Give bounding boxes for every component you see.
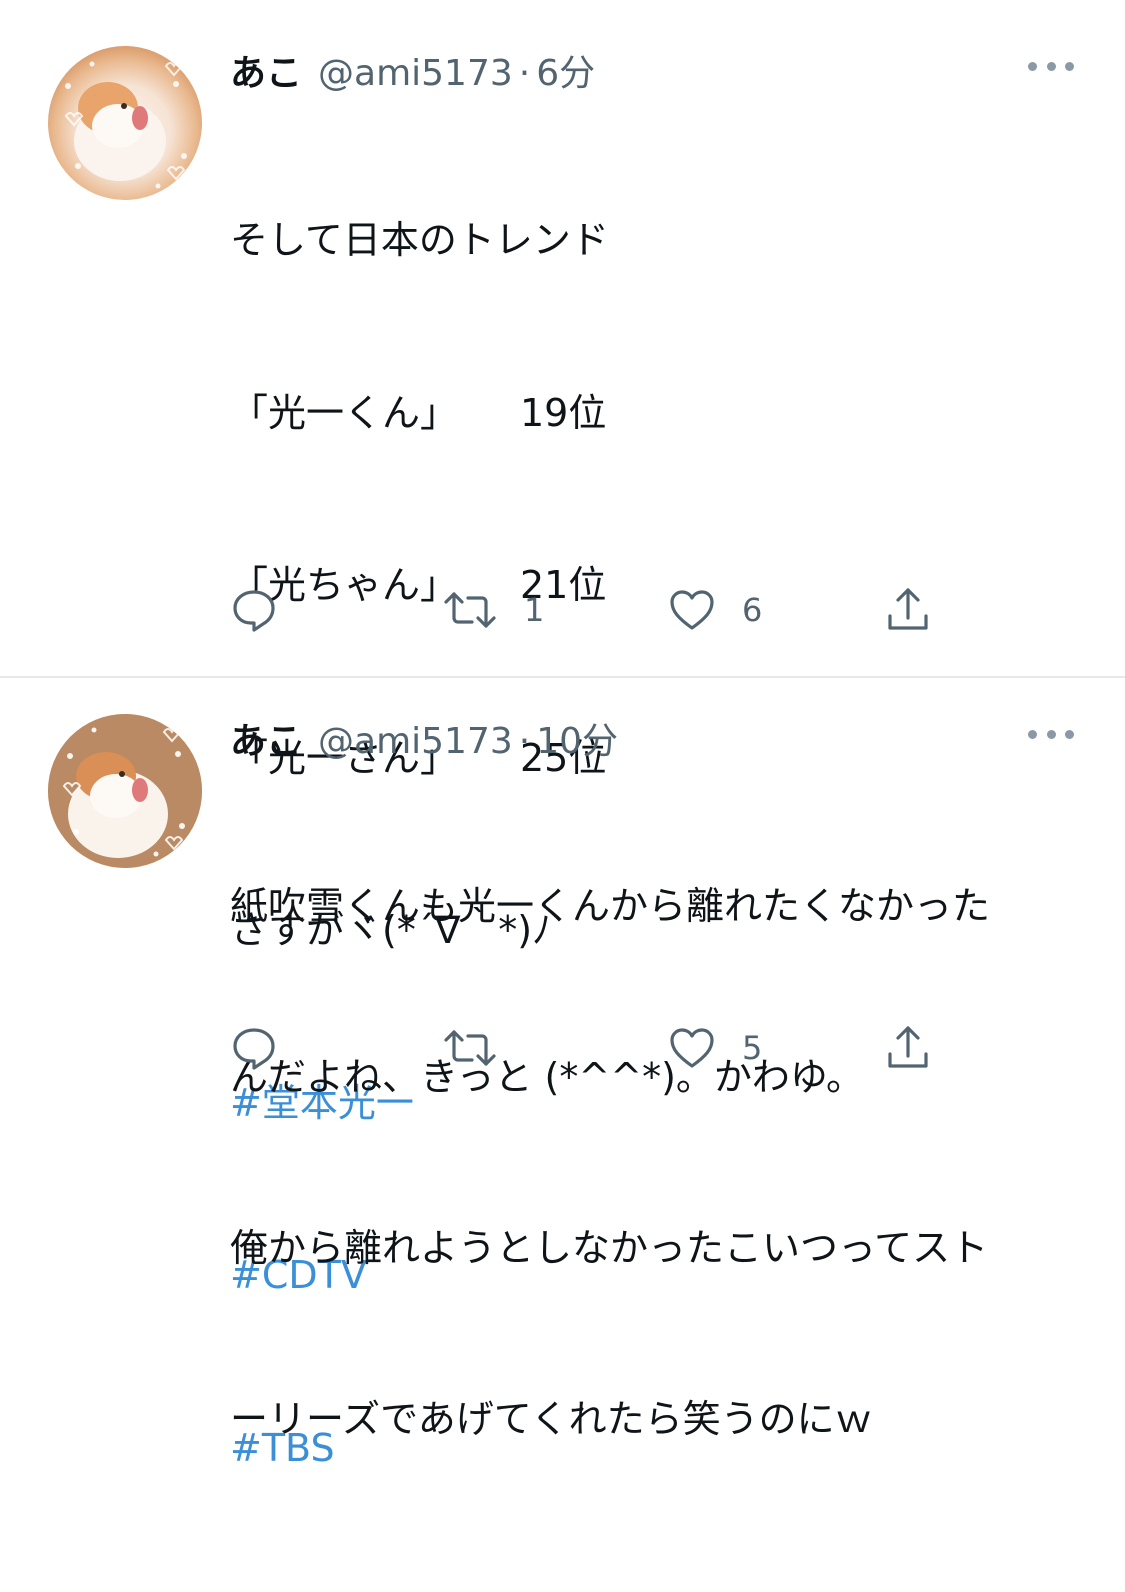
avatar-image [64, 61, 187, 189]
display-name[interactable]: あこ [230, 44, 302, 96]
user-handle[interactable]: @ami5173 [318, 53, 513, 94]
tweet-header: あこ @ami5173 · 6分 [230, 44, 595, 94]
more-icon[interactable] [1028, 726, 1074, 742]
share-icon [888, 1026, 928, 1068]
tweet-line: ーリーズであげてくれたら笑うのにｗ [230, 1397, 873, 1441]
reply-button[interactable] [230, 1018, 278, 1078]
like-icon [670, 1028, 714, 1068]
timestamp[interactable]: 6分 [536, 44, 595, 96]
avatar[interactable] [48, 46, 202, 200]
retweet-button[interactable]: 1 [442, 580, 544, 640]
display-name[interactable]: あこ [230, 712, 302, 764]
timestamp[interactable]: 10分 [536, 712, 618, 764]
tweet-actions: 1 6 [230, 580, 950, 640]
reply-icon [233, 590, 275, 632]
user-handle[interactable]: @ami5173 [318, 721, 513, 762]
like-icon [670, 590, 714, 630]
avatar[interactable] [48, 714, 202, 868]
tweet-header: あこ @ami5173 · 10分 [230, 712, 618, 762]
trend-rank: 19位 [520, 390, 607, 435]
tweet-text: 紙吹雪くんも光一くんから離れたくなかった んだよね、きっと (*^^*)。かわゆ… [230, 764, 990, 1562]
tweet-line: そして日本のトレンド [230, 218, 609, 262]
reply-button[interactable] [230, 580, 278, 640]
like-button[interactable]: 6 [668, 580, 762, 640]
share-button[interactable] [884, 580, 932, 640]
more-icon[interactable] [1028, 58, 1074, 74]
separator: · [518, 721, 531, 762]
separator: · [518, 53, 531, 94]
reply-icon [233, 1028, 275, 1070]
avatar-image [48, 714, 202, 868]
like-count: 6 [742, 591, 763, 629]
trend-label: 「光一くん」 [230, 390, 459, 435]
retweet-icon [444, 1030, 496, 1066]
share-icon [888, 588, 928, 630]
like-button[interactable]: 5 [668, 1018, 762, 1078]
tweet[interactable]: あこ @ami5173 · 6分 そして日本のトレンド 「光一くん」 19位 「… [0, 0, 1125, 1470]
retweet-icon [444, 592, 496, 628]
tweet-line: 俺から離れようとしなかったこいつってスト [230, 1226, 989, 1270]
like-count: 5 [742, 1029, 763, 1067]
retweet-button[interactable] [442, 1018, 498, 1078]
tweet[interactable]: あこ @ami5173 · 10分 紙吹雪くんも光一くんから離れたくなかった ん… [0, 678, 1125, 1441]
share-button[interactable] [884, 1018, 932, 1078]
trend-row: 「光一くん」 19位 [230, 385, 609, 443]
tweet-actions: 5 [230, 1018, 950, 1078]
tweet-line: 紙吹雪くんも光一くんから離れたくなかった [230, 884, 991, 928]
retweet-count: 1 [524, 591, 545, 629]
